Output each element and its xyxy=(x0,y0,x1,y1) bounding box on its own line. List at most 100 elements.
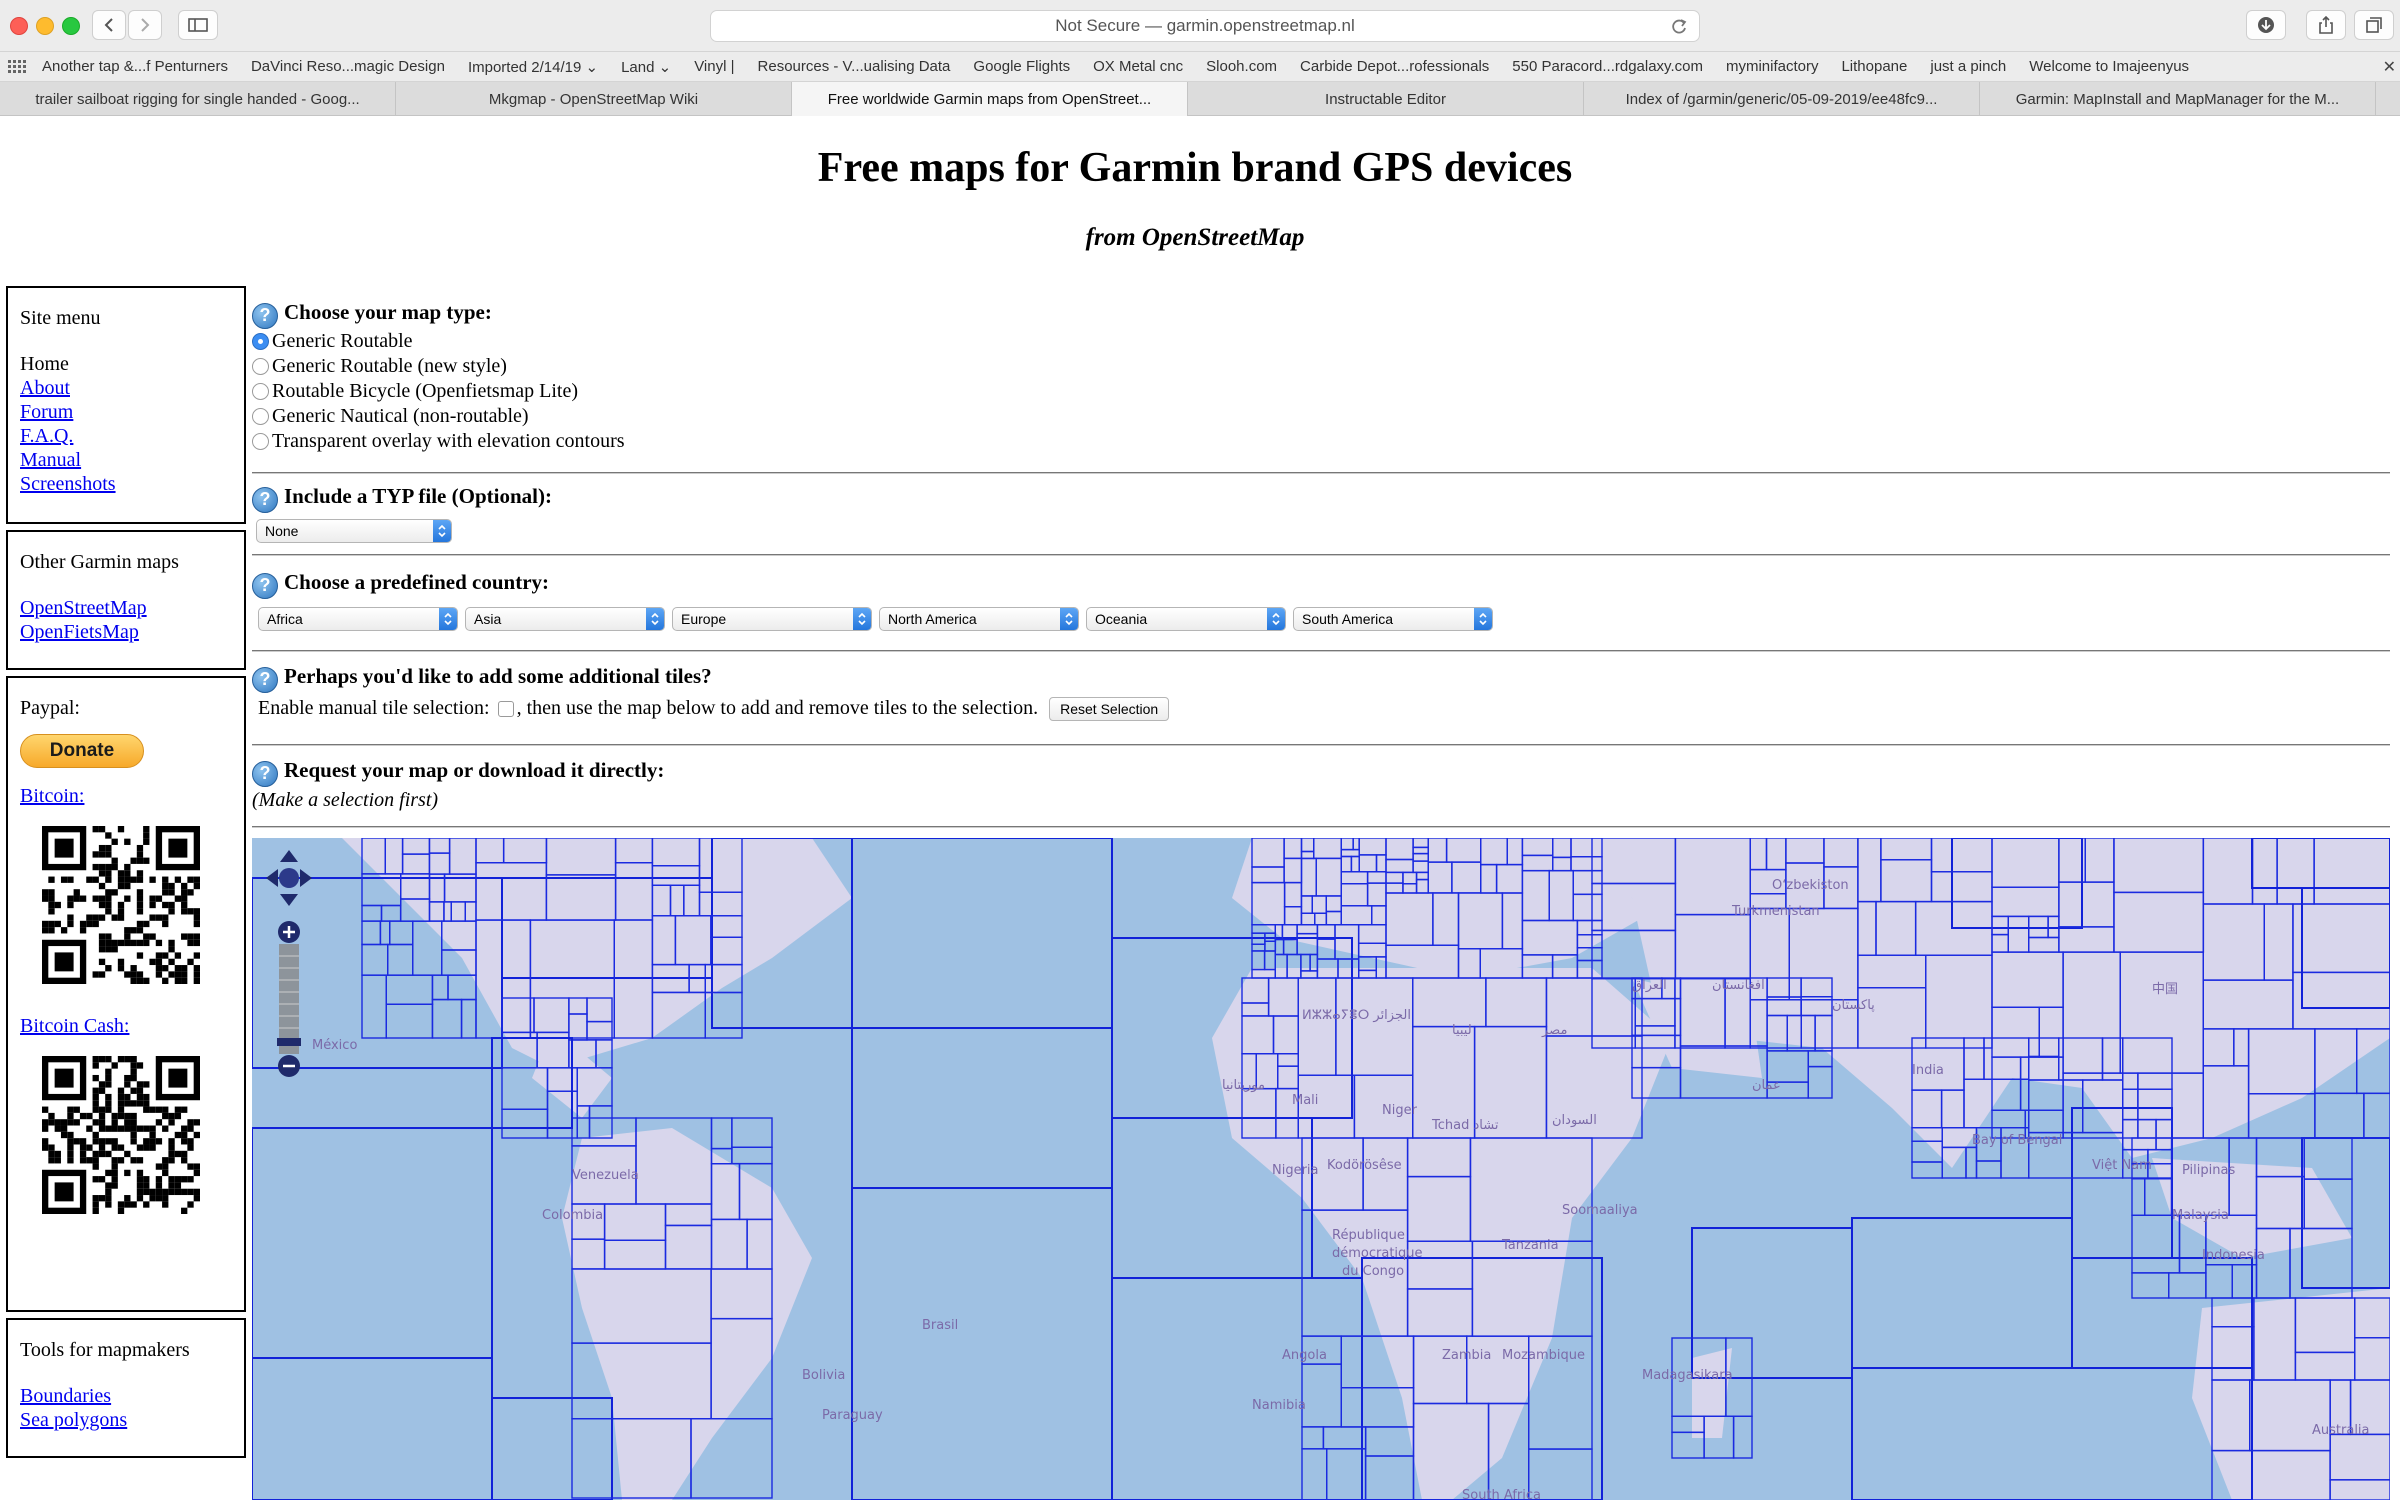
tab-title: trailer sailboat rigging for single hand… xyxy=(35,90,360,108)
map-type-option[interactable]: Generic Routable (new style) xyxy=(252,354,2390,379)
map-type-option[interactable]: Transparent overlay with elevation conto… xyxy=(252,429,2390,454)
sidebar-link-screenshots[interactable]: Screenshots xyxy=(20,472,232,496)
tools-heading: Tools for mapmakers xyxy=(20,1339,190,1361)
map-place-label: Kodörösêse xyxy=(1327,1158,1402,1173)
country-select-africa[interactable]: Africa xyxy=(258,606,458,631)
zoom-slider-handle[interactable] xyxy=(277,1038,301,1046)
country-select-value: Europe xyxy=(681,610,727,627)
minimize-window-button[interactable] xyxy=(36,17,54,35)
sidebar-link-openfietsmap[interactable]: OpenFietsMap xyxy=(20,620,232,644)
bookmark-item[interactable]: Resources - V...ualising Data xyxy=(758,58,951,75)
map-type-option[interactable]: Routable Bicycle (Openfietsmap Lite) xyxy=(252,379,2390,404)
chevron-right-icon xyxy=(141,18,150,32)
sidebar-link-manual[interactable]: Manual xyxy=(20,448,232,472)
sidebar-link-about[interactable]: About xyxy=(20,376,232,400)
bookmark-item[interactable]: Lithopane xyxy=(1841,58,1907,75)
country-select-oceania[interactable]: Oceania xyxy=(1086,606,1286,631)
browser-tab[interactable]: Garmin: MapInstall and MapManager for th… xyxy=(1980,82,2376,116)
downloads-button[interactable] xyxy=(2246,10,2286,40)
close-window-button[interactable] xyxy=(10,17,28,35)
request-note: (Make a selection first) xyxy=(252,788,439,811)
help-icon[interactable]: ? xyxy=(252,572,278,599)
country-select-europe[interactable]: Europe xyxy=(672,606,872,631)
sidebar-link-openstreetmap[interactable]: OpenStreetMap xyxy=(20,596,232,620)
manual-tile-checkbox[interactable] xyxy=(497,700,514,717)
bookmark-item[interactable]: myminifactory xyxy=(1726,58,1819,75)
close-icon[interactable]: ✕ xyxy=(2383,57,2396,77)
sidebar-link-boundaries[interactable]: Boundaries xyxy=(20,1384,232,1408)
typ-file-select[interactable]: None xyxy=(256,518,452,543)
forward-button[interactable] xyxy=(128,10,162,40)
help-icon[interactable]: ? xyxy=(252,666,278,693)
reload-icon[interactable] xyxy=(1669,17,1689,37)
map-type-radio[interactable] xyxy=(252,357,269,375)
bookmark-item[interactable]: Carbide Depot...rofessionals xyxy=(1300,58,1489,75)
pan-arrows-icon[interactable] xyxy=(266,850,312,906)
bookmark-item[interactable]: Google Flights xyxy=(973,58,1070,75)
map-type-radio[interactable] xyxy=(252,407,269,425)
country-select-asia[interactable]: Asia xyxy=(465,606,665,631)
map-zoom-control[interactable] xyxy=(264,848,314,1088)
bitcoin-cash-link[interactable]: Bitcoin Cash: xyxy=(20,1014,232,1038)
bookmark-item[interactable]: Slooh.com xyxy=(1206,58,1277,75)
divider xyxy=(252,554,2390,556)
back-button[interactable] xyxy=(92,10,126,40)
menu-item-home: Home xyxy=(20,353,69,375)
bookmark-item[interactable]: Welcome to Imajeenyus xyxy=(2029,58,2189,75)
sidebar-toggle-button[interactable] xyxy=(178,10,218,40)
map-type-option[interactable]: Generic Nautical (non-routable) xyxy=(252,404,2390,429)
bookmark-item[interactable]: DaVinci Reso...magic Design xyxy=(251,58,445,75)
donate-button[interactable]: Donate xyxy=(20,734,144,768)
typ-file-title: Include a TYP file (Optional): xyxy=(284,484,552,508)
map-type-radio[interactable] xyxy=(252,382,269,400)
zoom-window-button[interactable] xyxy=(62,17,80,35)
select-arrows-icon xyxy=(439,607,457,630)
map-place-label: Tchad تشاد xyxy=(1432,1118,1499,1133)
share-button[interactable] xyxy=(2306,10,2346,40)
reset-selection-button[interactable]: Reset Selection xyxy=(1049,696,1170,721)
zoom-out-icon[interactable] xyxy=(278,1055,300,1077)
help-icon[interactable]: ? xyxy=(252,760,278,787)
bookmark-item[interactable]: Land ⌄ xyxy=(621,58,671,76)
tile-selection-map[interactable]: Oʻzbekiston Turkmenistan العراق افغانستان پا… xyxy=(252,838,2390,1500)
map-type-option[interactable]: Generic Routable xyxy=(252,329,2390,354)
country-select-north-america[interactable]: North America xyxy=(879,606,1079,631)
new-tab-area[interactable] xyxy=(2376,82,2400,116)
browser-tab[interactable]: Mkgmap - OpenStreetMap Wiki xyxy=(396,82,792,116)
bookmark-item[interactable]: 550 Paracord...rdgalaxy.com xyxy=(1512,58,1703,75)
bookmark-item[interactable]: Another tap &...f Penturners xyxy=(42,58,228,75)
browser-tab[interactable]: Index of /garmin/generic/05-09-2019/ee48… xyxy=(1584,82,1980,116)
browser-tab[interactable]: trailer sailboat rigging for single hand… xyxy=(0,82,396,116)
select-arrows-icon xyxy=(433,519,451,542)
select-arrows-icon xyxy=(1267,607,1285,630)
zoom-slider-track[interactable] xyxy=(279,944,299,1054)
zoom-in-icon[interactable] xyxy=(278,921,300,943)
map-type-radio[interactable] xyxy=(252,432,269,450)
map-type-radio[interactable] xyxy=(252,332,269,350)
bitcoin-link[interactable]: Bitcoin: xyxy=(20,784,232,808)
sidebar-link-forum[interactable]: Forum xyxy=(20,400,232,424)
sidebar-link-f-a-q[interactable]: F.A.Q. xyxy=(20,424,232,448)
bookmark-item[interactable]: Vinyl | xyxy=(694,58,734,75)
tiles-section: ? Perhaps you'd like to add some addition… xyxy=(252,664,2390,721)
bookmark-item[interactable]: just a pinch xyxy=(1930,58,2006,75)
bookmark-item[interactable]: Imported 2/14/19 ⌄ xyxy=(468,58,598,76)
divider xyxy=(252,472,2390,474)
bookmark-item[interactable]: OX Metal cnc xyxy=(1093,58,1183,75)
map-place-label: South Africa xyxy=(1462,1488,1541,1500)
help-icon[interactable]: ? xyxy=(252,302,278,329)
country-select-value: Oceania xyxy=(1095,610,1148,627)
tab-overview-button[interactable] xyxy=(2354,10,2394,40)
address-bar[interactable]: Not Secure — garmin.openstreetmap.nl xyxy=(710,10,1700,42)
map-place-label: موريتانيا xyxy=(1222,1078,1265,1093)
request-section: ? Request your map or download it directl… xyxy=(252,758,2390,812)
country-select-value: Asia xyxy=(474,610,502,627)
sidebar-link-sea-polygons[interactable]: Sea polygons xyxy=(20,1408,232,1432)
map-place-label: Zambia xyxy=(1442,1348,1492,1363)
country-select-value: Africa xyxy=(267,610,303,627)
browser-tab[interactable]: Free worldwide Garmin maps from OpenStre… xyxy=(792,82,1188,116)
browser-tab[interactable]: Instructable Editor xyxy=(1188,82,1584,116)
help-icon[interactable]: ? xyxy=(252,486,278,513)
apps-grid-icon[interactable] xyxy=(8,59,28,74)
country-select-south-america[interactable]: South America xyxy=(1293,606,1493,631)
